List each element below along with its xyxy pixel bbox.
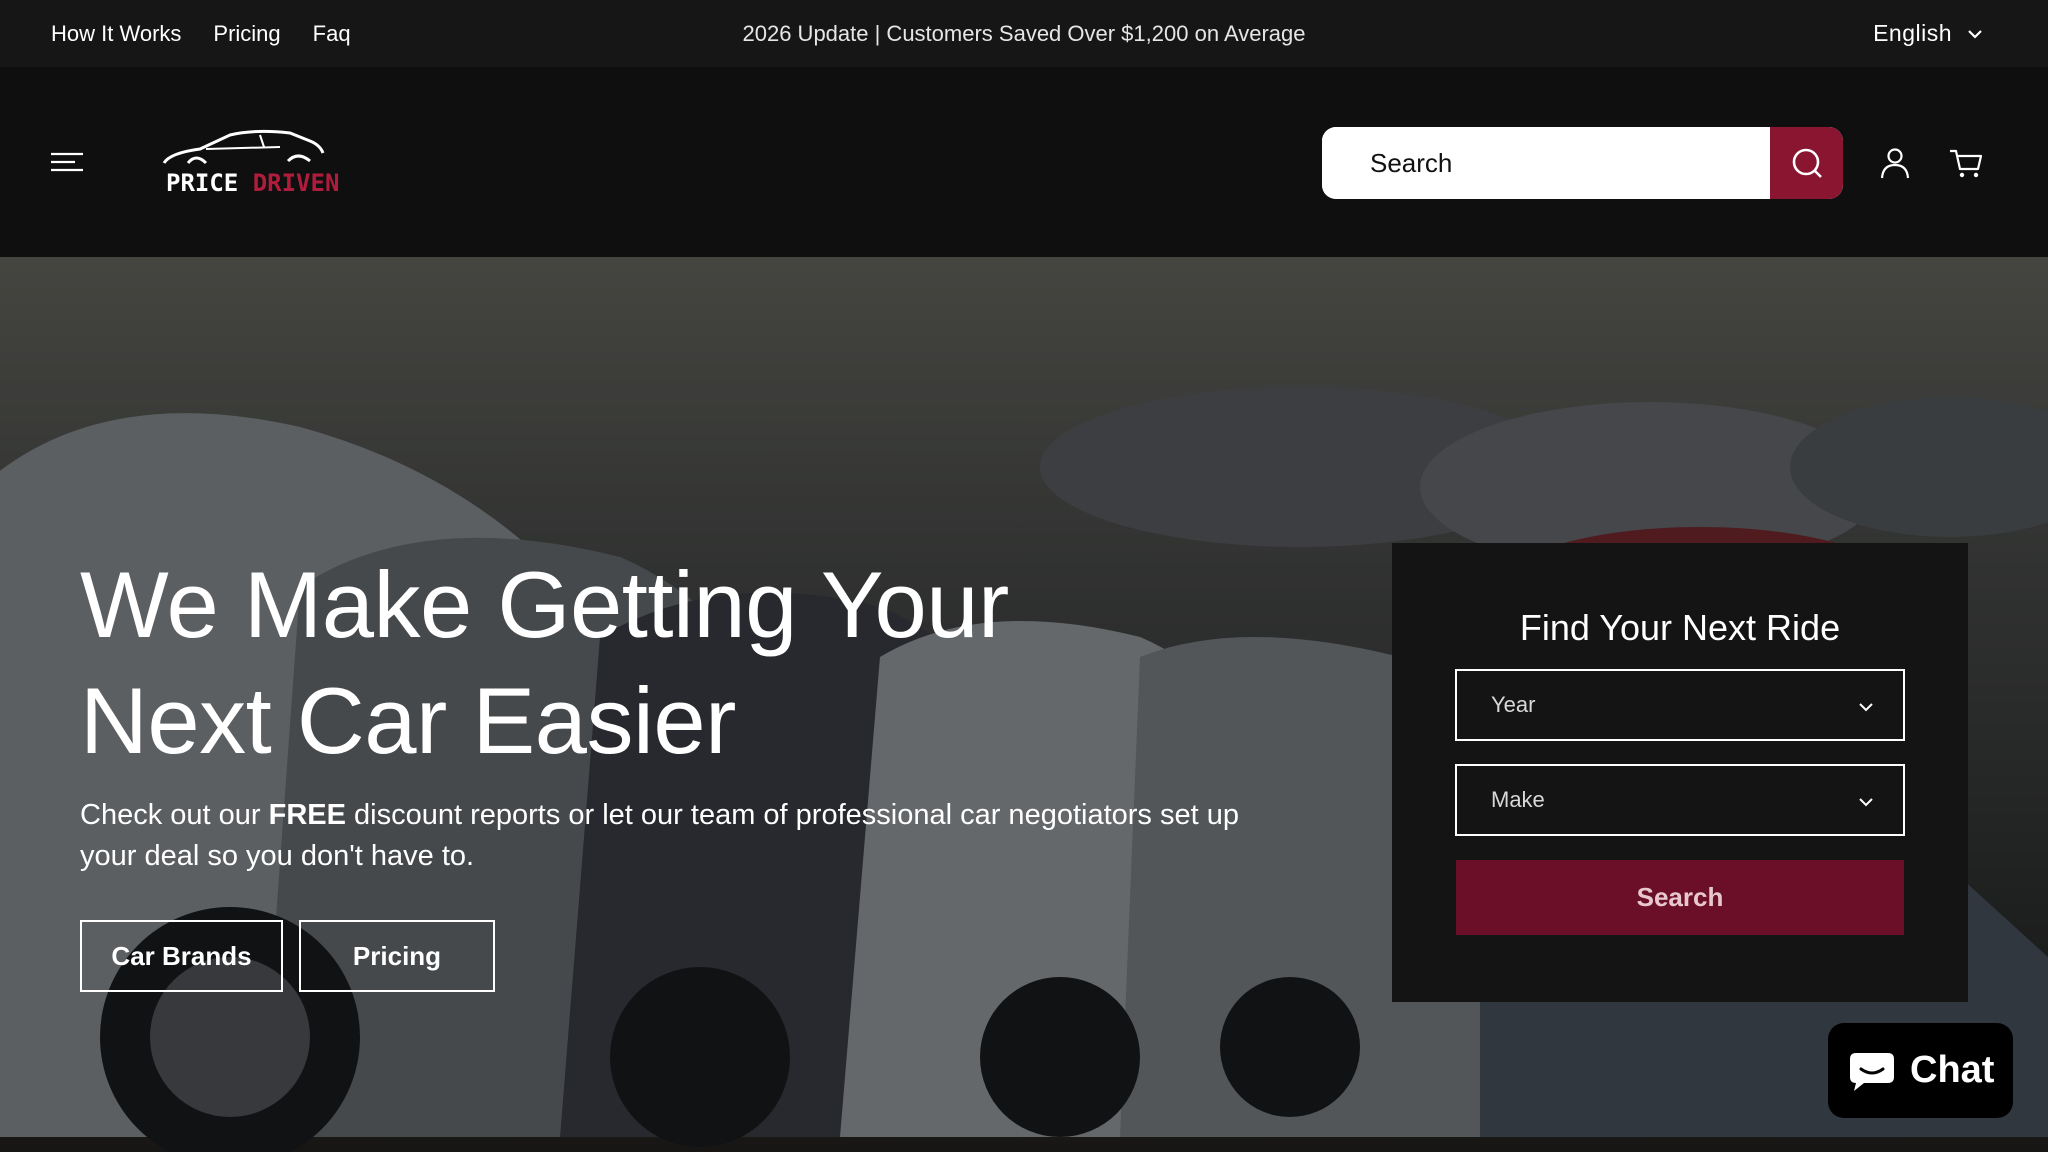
language-selector[interactable]: English xyxy=(1873,0,1984,67)
hero-subtext-free: FREE xyxy=(268,799,346,831)
year-select-label: Year xyxy=(1491,692,1536,717)
chevron-down-icon xyxy=(1968,29,1982,39)
hero-section: We Make Getting Your Next Car Easier Che… xyxy=(0,257,2048,1152)
car-silhouette-icon xyxy=(162,129,325,165)
hero-headline: We Make Getting Your Next Car Easier xyxy=(80,547,1080,779)
hero-subtext-pre: Check out our xyxy=(80,799,269,831)
logo-word-driven: DRIVEN xyxy=(252,169,340,197)
chevron-down-icon xyxy=(1859,798,1873,807)
nav-link-how-it-works[interactable]: How It Works xyxy=(51,21,181,47)
year-select[interactable]: Year xyxy=(1455,669,1905,741)
chat-label: Chat xyxy=(1910,1049,1995,1091)
nav-link-pricing[interactable]: Pricing xyxy=(213,21,280,47)
chat-widget-button[interactable]: Chat xyxy=(1828,1023,2013,1118)
top-nav: How It Works Pricing Faq xyxy=(51,0,351,67)
finder-search-button[interactable]: Search xyxy=(1456,860,1904,935)
site-logo[interactable]: PRICE DRIVEN xyxy=(160,127,339,197)
make-select[interactable]: Make xyxy=(1455,764,1905,836)
chevron-down-icon xyxy=(1859,703,1873,712)
chat-bubble-icon xyxy=(1850,1052,1894,1091)
search-input[interactable] xyxy=(1322,127,1770,199)
search-icon xyxy=(1792,148,1822,178)
language-label: English xyxy=(1873,20,1952,46)
nav-link-faq[interactable]: Faq xyxy=(313,21,351,47)
header-search xyxy=(1322,127,1843,199)
logo-wordmark: PRICE DRIVEN xyxy=(166,169,339,197)
user-icon xyxy=(1880,148,1910,179)
pricing-button[interactable]: Pricing xyxy=(299,920,495,992)
search-button[interactable] xyxy=(1770,127,1843,199)
hero-subtext: Check out our FREE discount reports or l… xyxy=(80,795,1240,877)
cart-icon xyxy=(1950,149,1983,178)
cart-button[interactable] xyxy=(1948,145,1984,181)
site-header: PRICE DRIVEN xyxy=(0,67,2048,257)
hero-headline-line1: We Make Getting Your xyxy=(80,552,1009,657)
account-button[interactable] xyxy=(1877,145,1913,181)
logo-word-price: PRICE xyxy=(166,169,239,197)
hero-headline-line2: Next Car Easier xyxy=(80,668,736,773)
find-ride-title: Find Your Next Ride xyxy=(1519,607,1841,648)
find-ride-panel: Find Your Next Ride Year Make Search xyxy=(1392,543,1968,1002)
hamburger-menu-icon[interactable] xyxy=(50,147,84,177)
make-select-label: Make xyxy=(1491,787,1545,812)
announcement-text: 2026 Update | Customers Saved Over $1,20… xyxy=(742,21,1306,46)
car-brands-button[interactable]: Car Brands xyxy=(80,920,283,992)
announcement-bar: How It Works Pricing Faq 2026 Update | C… xyxy=(0,0,2048,67)
